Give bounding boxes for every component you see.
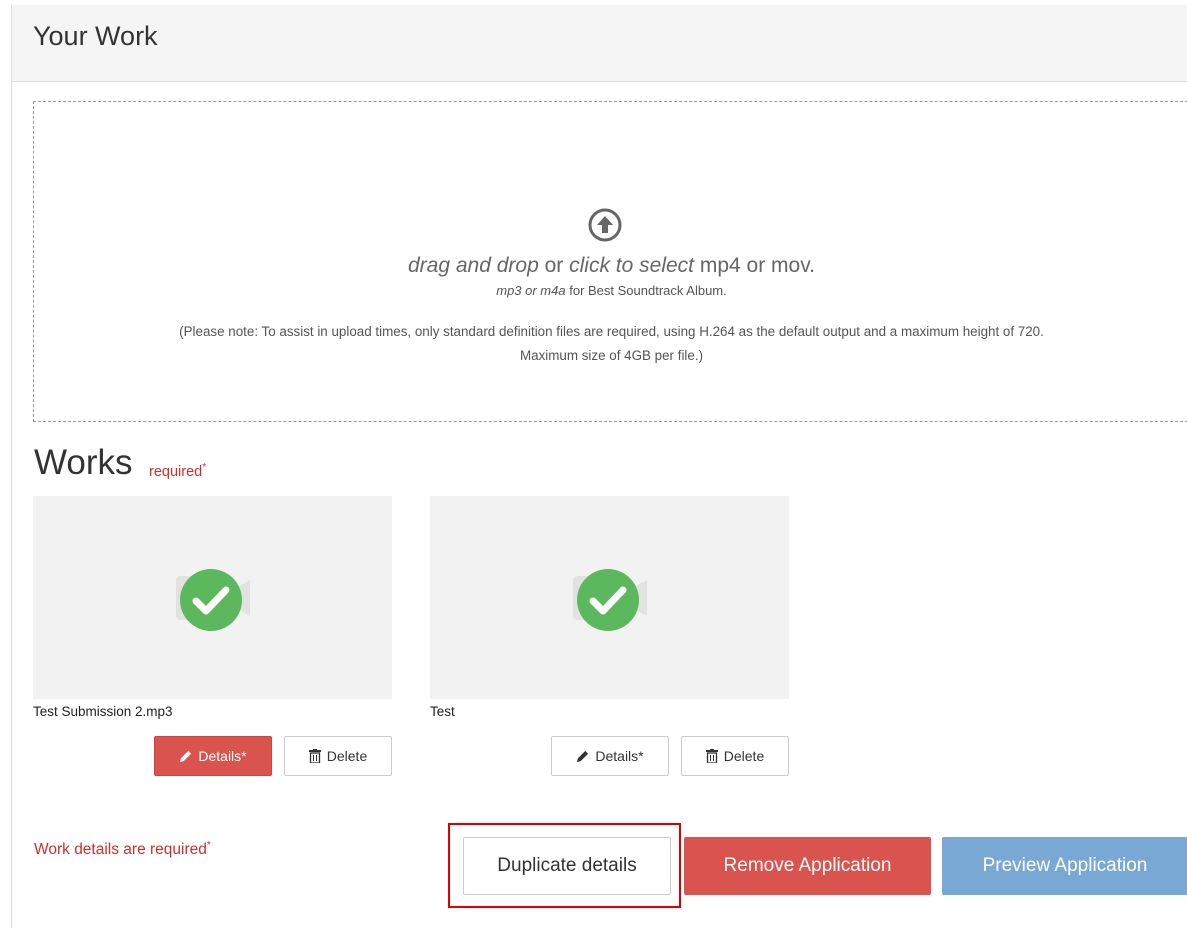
required-label: required* (149, 462, 207, 480)
check-circle-icon (180, 569, 242, 631)
trash-icon (705, 749, 718, 763)
upload-arrow-icon (588, 208, 622, 242)
remove-application-button[interactable]: Remove Application (684, 837, 931, 895)
pencil-icon (577, 750, 589, 762)
delete-button[interactable]: Delete (681, 736, 789, 776)
preview-application-button[interactable]: Preview Application (942, 837, 1187, 895)
details-button[interactable]: Details* (551, 736, 669, 776)
duplicate-details-button[interactable]: Duplicate details (463, 837, 671, 895)
dropzone-instructions: drag and drop or click to select mp4 or … (408, 254, 815, 277)
check-circle-icon (577, 569, 639, 631)
panel-header: Your Work (12, 5, 1187, 82)
work-thumbnail[interactable] (33, 496, 392, 699)
trash-icon (308, 749, 321, 763)
delete-button[interactable]: Delete (284, 736, 392, 776)
works-heading: Works (34, 443, 133, 482)
dropzone-subtext: mp3 or m4a for Best Soundtrack Album. (496, 283, 727, 298)
your-work-panel: Your Work drag and drop or click to sele… (11, 5, 1187, 928)
panel-title: Your Work (33, 21, 158, 51)
work-thumbnail[interactable] (430, 496, 789, 699)
upload-dropzone[interactable]: drag and drop or click to select mp4 or … (33, 101, 1187, 422)
work-file-name: Test (430, 704, 455, 719)
details-button[interactable]: Details* (154, 736, 272, 776)
work-details-error: Work details are required* (34, 840, 211, 859)
dropzone-note: (Please note: To assist in upload times,… (179, 324, 1044, 363)
work-file-name: Test Submission 2.mp3 (33, 704, 173, 719)
pencil-icon (180, 750, 192, 762)
